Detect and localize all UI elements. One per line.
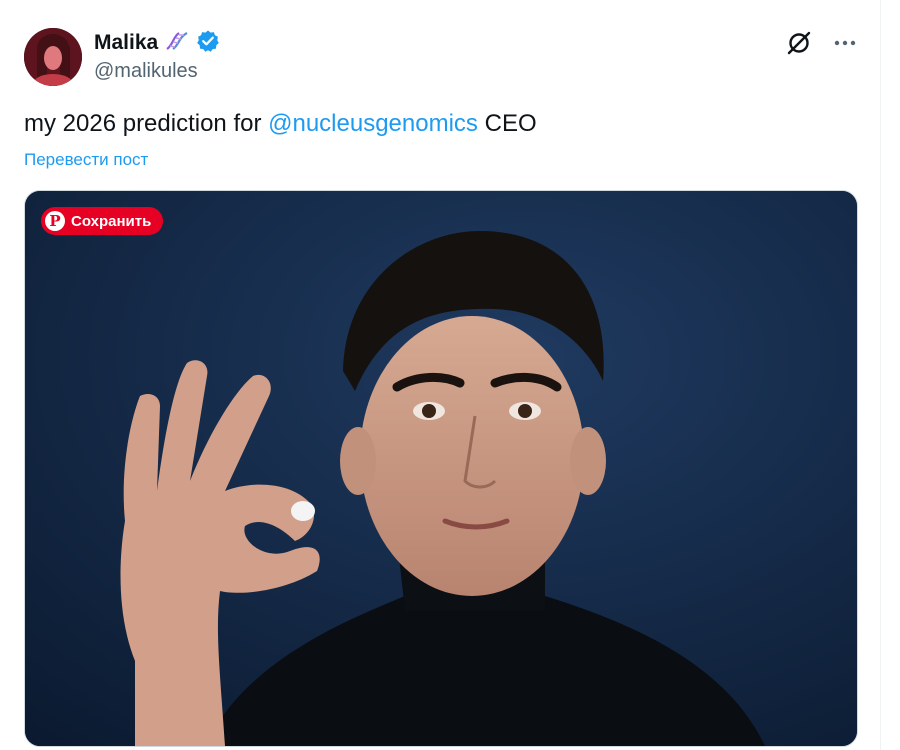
author-name-row: Malika (94, 30, 220, 56)
pinterest-save-button[interactable]: P Сохранить (41, 207, 164, 235)
tweet-text-after: CEO (477, 110, 537, 137)
timeline-divider (880, 0, 881, 750)
dna-icon (164, 30, 190, 57)
pinterest-icon: P (45, 211, 65, 231)
grok-icon[interactable] (784, 28, 814, 58)
tweet-actions-top (784, 28, 860, 58)
tweet-text-before: my 2026 prediction for (24, 110, 269, 137)
more-dots-icon[interactable] (830, 28, 860, 58)
photo-man-holding-pill (25, 191, 857, 746)
tweet-media[interactable]: P Сохранить (24, 190, 858, 747)
verified-badge-icon[interactable] (196, 29, 220, 58)
tweet-text: my 2026 prediction for @nucleusgenomics … (24, 110, 537, 138)
mention-link[interactable]: @nucleusgenomics (268, 110, 478, 137)
translate-post-link[interactable]: Перевести пост (24, 150, 148, 170)
pinterest-save-label: Сохранить (71, 212, 152, 230)
display-name[interactable]: Malika (94, 31, 158, 55)
avatar[interactable] (24, 28, 82, 86)
author-handle[interactable]: @malikules (94, 60, 198, 83)
